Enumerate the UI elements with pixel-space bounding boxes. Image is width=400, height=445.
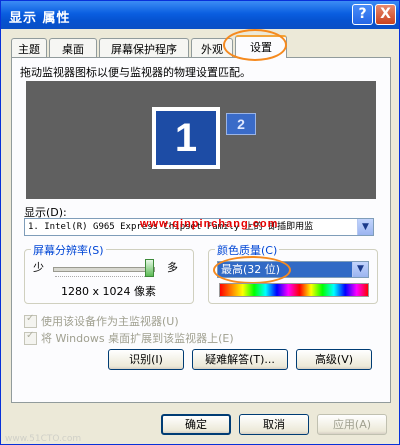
chevron-down-icon[interactable]: ▼ (357, 219, 373, 235)
color-quality-group: 颜色质量(C) 最高(32 位) ▼ (208, 242, 378, 304)
resolution-less-label: 少 (33, 261, 44, 274)
title-bar[interactable]: 显示 属性 ? X (1, 1, 399, 29)
color-quality-highlight (213, 256, 291, 284)
screen-resolution-title: 屏幕分辨率(S) (31, 242, 106, 258)
help-button[interactable]: ? (352, 4, 373, 25)
settings-tab-highlight (223, 29, 287, 61)
source-watermark: www.51CTO.com (5, 434, 82, 444)
close-button[interactable]: X (375, 4, 396, 25)
cancel-button[interactable]: 取消 (239, 414, 309, 435)
tab-themes[interactable]: 主题 (11, 38, 47, 57)
ok-button[interactable]: 确定 (161, 414, 231, 435)
resolution-slider-track[interactable] (53, 267, 155, 272)
troubleshoot-button[interactable]: 疑难解答(T)... (192, 349, 288, 370)
checkbox-icon (24, 330, 37, 345)
primary-monitor-checkbox[interactable]: 使用该设备作为主监视器(U) (24, 313, 179, 329)
watermark-text: www.qinpinchang.com (140, 218, 279, 230)
tab-desktop[interactable]: 桌面 (49, 38, 97, 57)
resolution-more-label: 多 (167, 261, 178, 274)
chevron-down-icon[interactable]: ▼ (352, 262, 368, 277)
tab-screensaver[interactable]: 屏幕保护程序 (99, 38, 189, 57)
extend-desktop-checkbox[interactable]: 将 Windows 桌面扩展到该监视器上(E) (24, 330, 234, 346)
resolution-slider-ticks (55, 276, 151, 281)
instruction-text: 拖动监视器图标以便与监视器的物理设置匹配。 (20, 66, 251, 79)
monitor-1-icon[interactable]: 1 (152, 107, 220, 169)
primary-monitor-label: 使用该设备作为主监视器(U) (41, 315, 179, 328)
extend-desktop-label: 将 Windows 桌面扩展到该监视器上(E) (41, 332, 234, 345)
screen-resolution-group: 屏幕分辨率(S) 少 多 1280 x 1024 像素 (24, 242, 194, 304)
resolution-value: 1280 x 1024 像素 (61, 285, 156, 298)
monitor-arrangement-area: 1 2 (26, 81, 376, 199)
apply-button[interactable]: 应用(A) (317, 414, 387, 435)
identify-button[interactable]: 识别(I) (108, 349, 184, 370)
window-title: 显示 属性 (9, 11, 71, 26)
resolution-slider-thumb[interactable] (145, 259, 154, 277)
monitor-1-number: 1 (156, 111, 216, 165)
color-spectrum-bar (219, 283, 369, 297)
monitor-2-icon[interactable]: 2 (226, 113, 256, 135)
checkbox-icon (24, 313, 37, 328)
display-properties-window: 显示 属性 ? X 主题 桌面 屏幕保护程序 外观 设置 拖动监视器图标以便与监… (0, 0, 400, 445)
settings-panel: 拖动监视器图标以便与监视器的物理设置匹配。 1 2 显示(D): 1. Inte… (11, 57, 391, 403)
advanced-button[interactable]: 高级(V) (296, 349, 372, 370)
